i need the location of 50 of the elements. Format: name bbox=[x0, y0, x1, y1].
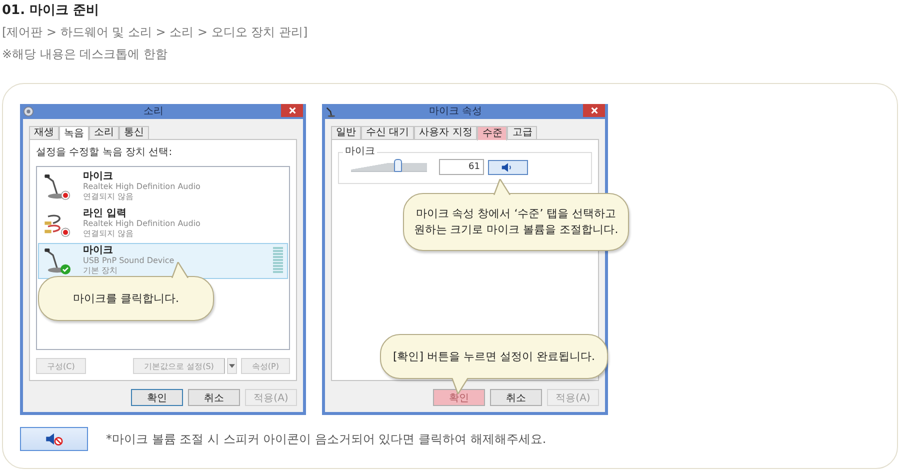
dialog-button[interactable]: 취소 bbox=[188, 389, 240, 406]
device-name: 마이크 bbox=[83, 172, 113, 182]
device-status: 연결되지 않음 bbox=[83, 229, 134, 239]
callout-bubble: [확인] 버튼을 누르면 설정이 완료됩니다. bbox=[380, 334, 608, 379]
tab[interactable]: 고급 bbox=[507, 126, 538, 140]
tab[interactable]: 수준 bbox=[477, 126, 508, 141]
tab[interactable]: 소리 bbox=[89, 126, 119, 140]
caret-icon bbox=[228, 364, 235, 368]
device-status: 기본 장치 bbox=[83, 266, 118, 276]
speaker-button[interactable] bbox=[488, 160, 528, 174]
microphone-icon bbox=[325, 106, 336, 117]
device-driver: Realtek High Definition Audio bbox=[83, 182, 200, 192]
window-title: 소리 bbox=[142, 105, 164, 119]
callout-pointer bbox=[450, 378, 470, 394]
section-title: 01. 마이크 준비 bbox=[2, 2, 100, 20]
mute-button[interactable] bbox=[20, 427, 88, 451]
close-icon bbox=[288, 106, 296, 115]
tab[interactable]: 일반 bbox=[331, 126, 361, 140]
callout-bubble: 마이크를 클릭합니다. bbox=[38, 276, 214, 321]
device-status: 연결되지 않음 bbox=[83, 192, 134, 202]
device-name: 라인 입력 bbox=[83, 209, 126, 219]
close-icon bbox=[590, 106, 598, 115]
level-meter-icon bbox=[273, 247, 283, 275]
tab[interactable]: 사용자 지정 bbox=[414, 126, 478, 140]
tab[interactable]: 수신 대기 bbox=[361, 126, 414, 140]
device-item[interactable]: 마이크 Realtek High Definition Audio 연결되지 않음 bbox=[38, 169, 288, 205]
device-driver: USB PnP Sound Device bbox=[83, 256, 174, 266]
tab[interactable]: 통신 bbox=[119, 126, 149, 140]
group-label: 마이크 bbox=[343, 146, 377, 158]
callout-pointer bbox=[170, 262, 190, 278]
device-item[interactable]: 마이크 USB PnP Sound Device 기본 장치 bbox=[38, 243, 288, 279]
menu-path: [제어판 > 하드웨어 및 소리 > 소리 > 오디오 장치 관리] bbox=[2, 24, 309, 41]
tip-text: *마이크 볼륨 조절 시 스피커 아이콘이 음소거되어 있다면 클릭하여 해제해주세요. bbox=[106, 430, 546, 448]
volume-value-field[interactable]: 61 bbox=[439, 159, 484, 175]
callout-bubble: 마이크 속성 창에서 ‘수준’ 탭을 선택하고 원하는 크기로 마이크 볼륨을 조절합니다. bbox=[403, 193, 629, 251]
close-button[interactable] bbox=[583, 104, 605, 117]
instruction-label: 설정을 수정할 녹음 장치 선택: bbox=[36, 146, 174, 160]
slider-thumb[interactable] bbox=[394, 158, 402, 172]
window-title: 마이크 속성 bbox=[428, 105, 484, 119]
note-text: ※해당 내용은 데스크톱에 한함 bbox=[2, 46, 168, 63]
tab[interactable]: 녹음 bbox=[59, 126, 89, 141]
close-button[interactable] bbox=[281, 104, 303, 117]
dialog-button[interactable]: 취소 bbox=[490, 389, 542, 406]
dialog-button[interactable]: 확인 bbox=[131, 389, 183, 406]
device-item[interactable]: 라인 입력 Realtek High Definition Audio 연결되지 않음 bbox=[38, 206, 288, 242]
device-driver: Realtek High Definition Audio bbox=[83, 219, 200, 229]
callout-pointer bbox=[492, 178, 512, 194]
dropdown-button[interactable] bbox=[226, 358, 237, 374]
device-name: 마이크 bbox=[83, 246, 113, 256]
tab[interactable]: 재생 bbox=[29, 126, 59, 140]
